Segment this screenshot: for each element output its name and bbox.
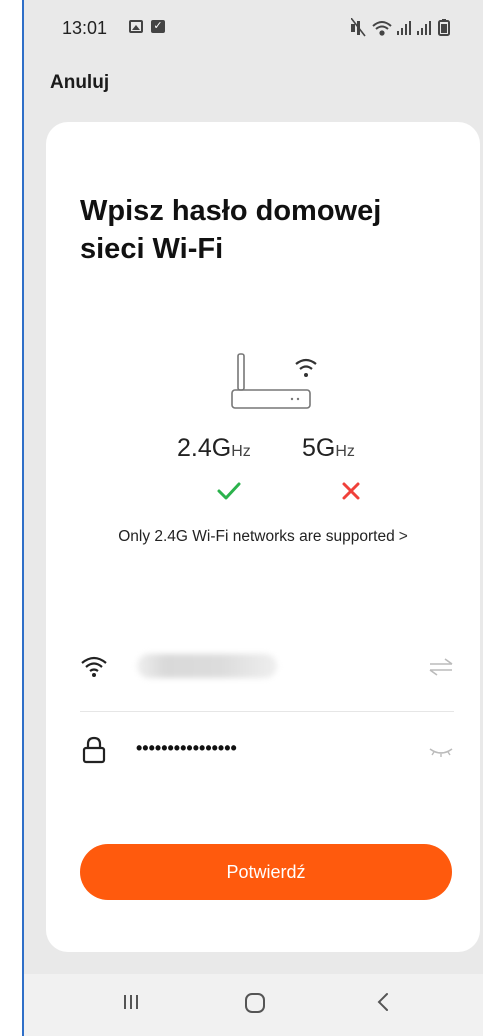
home-icon[interactable]	[242, 990, 268, 1016]
wifi-icon	[81, 656, 107, 677]
support-note-link[interactable]: Only 2.4G Wi-Fi networks are supported >	[46, 528, 480, 546]
status-icons	[350, 17, 471, 43]
network-field[interactable]	[80, 642, 454, 694]
field-divider	[80, 711, 454, 712]
password-field[interactable]: ••••••••••••••••	[80, 726, 454, 778]
system-nav-bar	[24, 974, 483, 1036]
cancel-button[interactable]: Anuluj	[50, 72, 109, 94]
chevron-right-icon: >	[398, 528, 408, 545]
band-labels: 2.4GHz 5GHz	[46, 434, 480, 474]
cross-icon	[342, 482, 360, 500]
status-time: 13:01	[62, 18, 108, 38]
lock-icon	[82, 736, 106, 764]
wifi-password-card: Wpisz hasło domowej sieci Wi-Fi 2.4GHz 5…	[46, 122, 480, 952]
status-bar: 13:01 ✓	[24, 0, 483, 48]
recent-apps-icon[interactable]	[119, 990, 143, 1014]
switch-network-icon[interactable]	[428, 658, 454, 676]
signal-icon	[417, 21, 431, 35]
signal-icon	[397, 21, 411, 35]
support-note-text: Only 2.4G Wi-Fi networks are supported	[118, 528, 395, 545]
image-icon	[129, 20, 143, 33]
eye-closed-icon[interactable]	[428, 746, 454, 758]
mute-icon	[350, 17, 366, 37]
battery-icon	[438, 19, 450, 36]
router-wifi-icon	[231, 353, 317, 409]
band-5ghz-label: 5GHz	[302, 434, 355, 462]
confirm-button[interactable]: Potwierdź	[80, 844, 452, 900]
back-icon[interactable]	[372, 990, 394, 1014]
checkbox-icon: ✓	[151, 20, 165, 33]
network-name-value	[137, 654, 277, 678]
page-title: Wpisz hasło domowej sieci Wi-Fi	[80, 195, 382, 265]
check-icon	[217, 482, 241, 500]
phone-frame: 13:01 ✓ Anuluj Wpisz hasło domowej sieci…	[22, 0, 483, 1036]
band-24ghz-label: 2.4GHz	[177, 434, 251, 462]
password-value: ••••••••••••••••	[136, 738, 237, 758]
wifi-icon	[372, 21, 392, 36]
